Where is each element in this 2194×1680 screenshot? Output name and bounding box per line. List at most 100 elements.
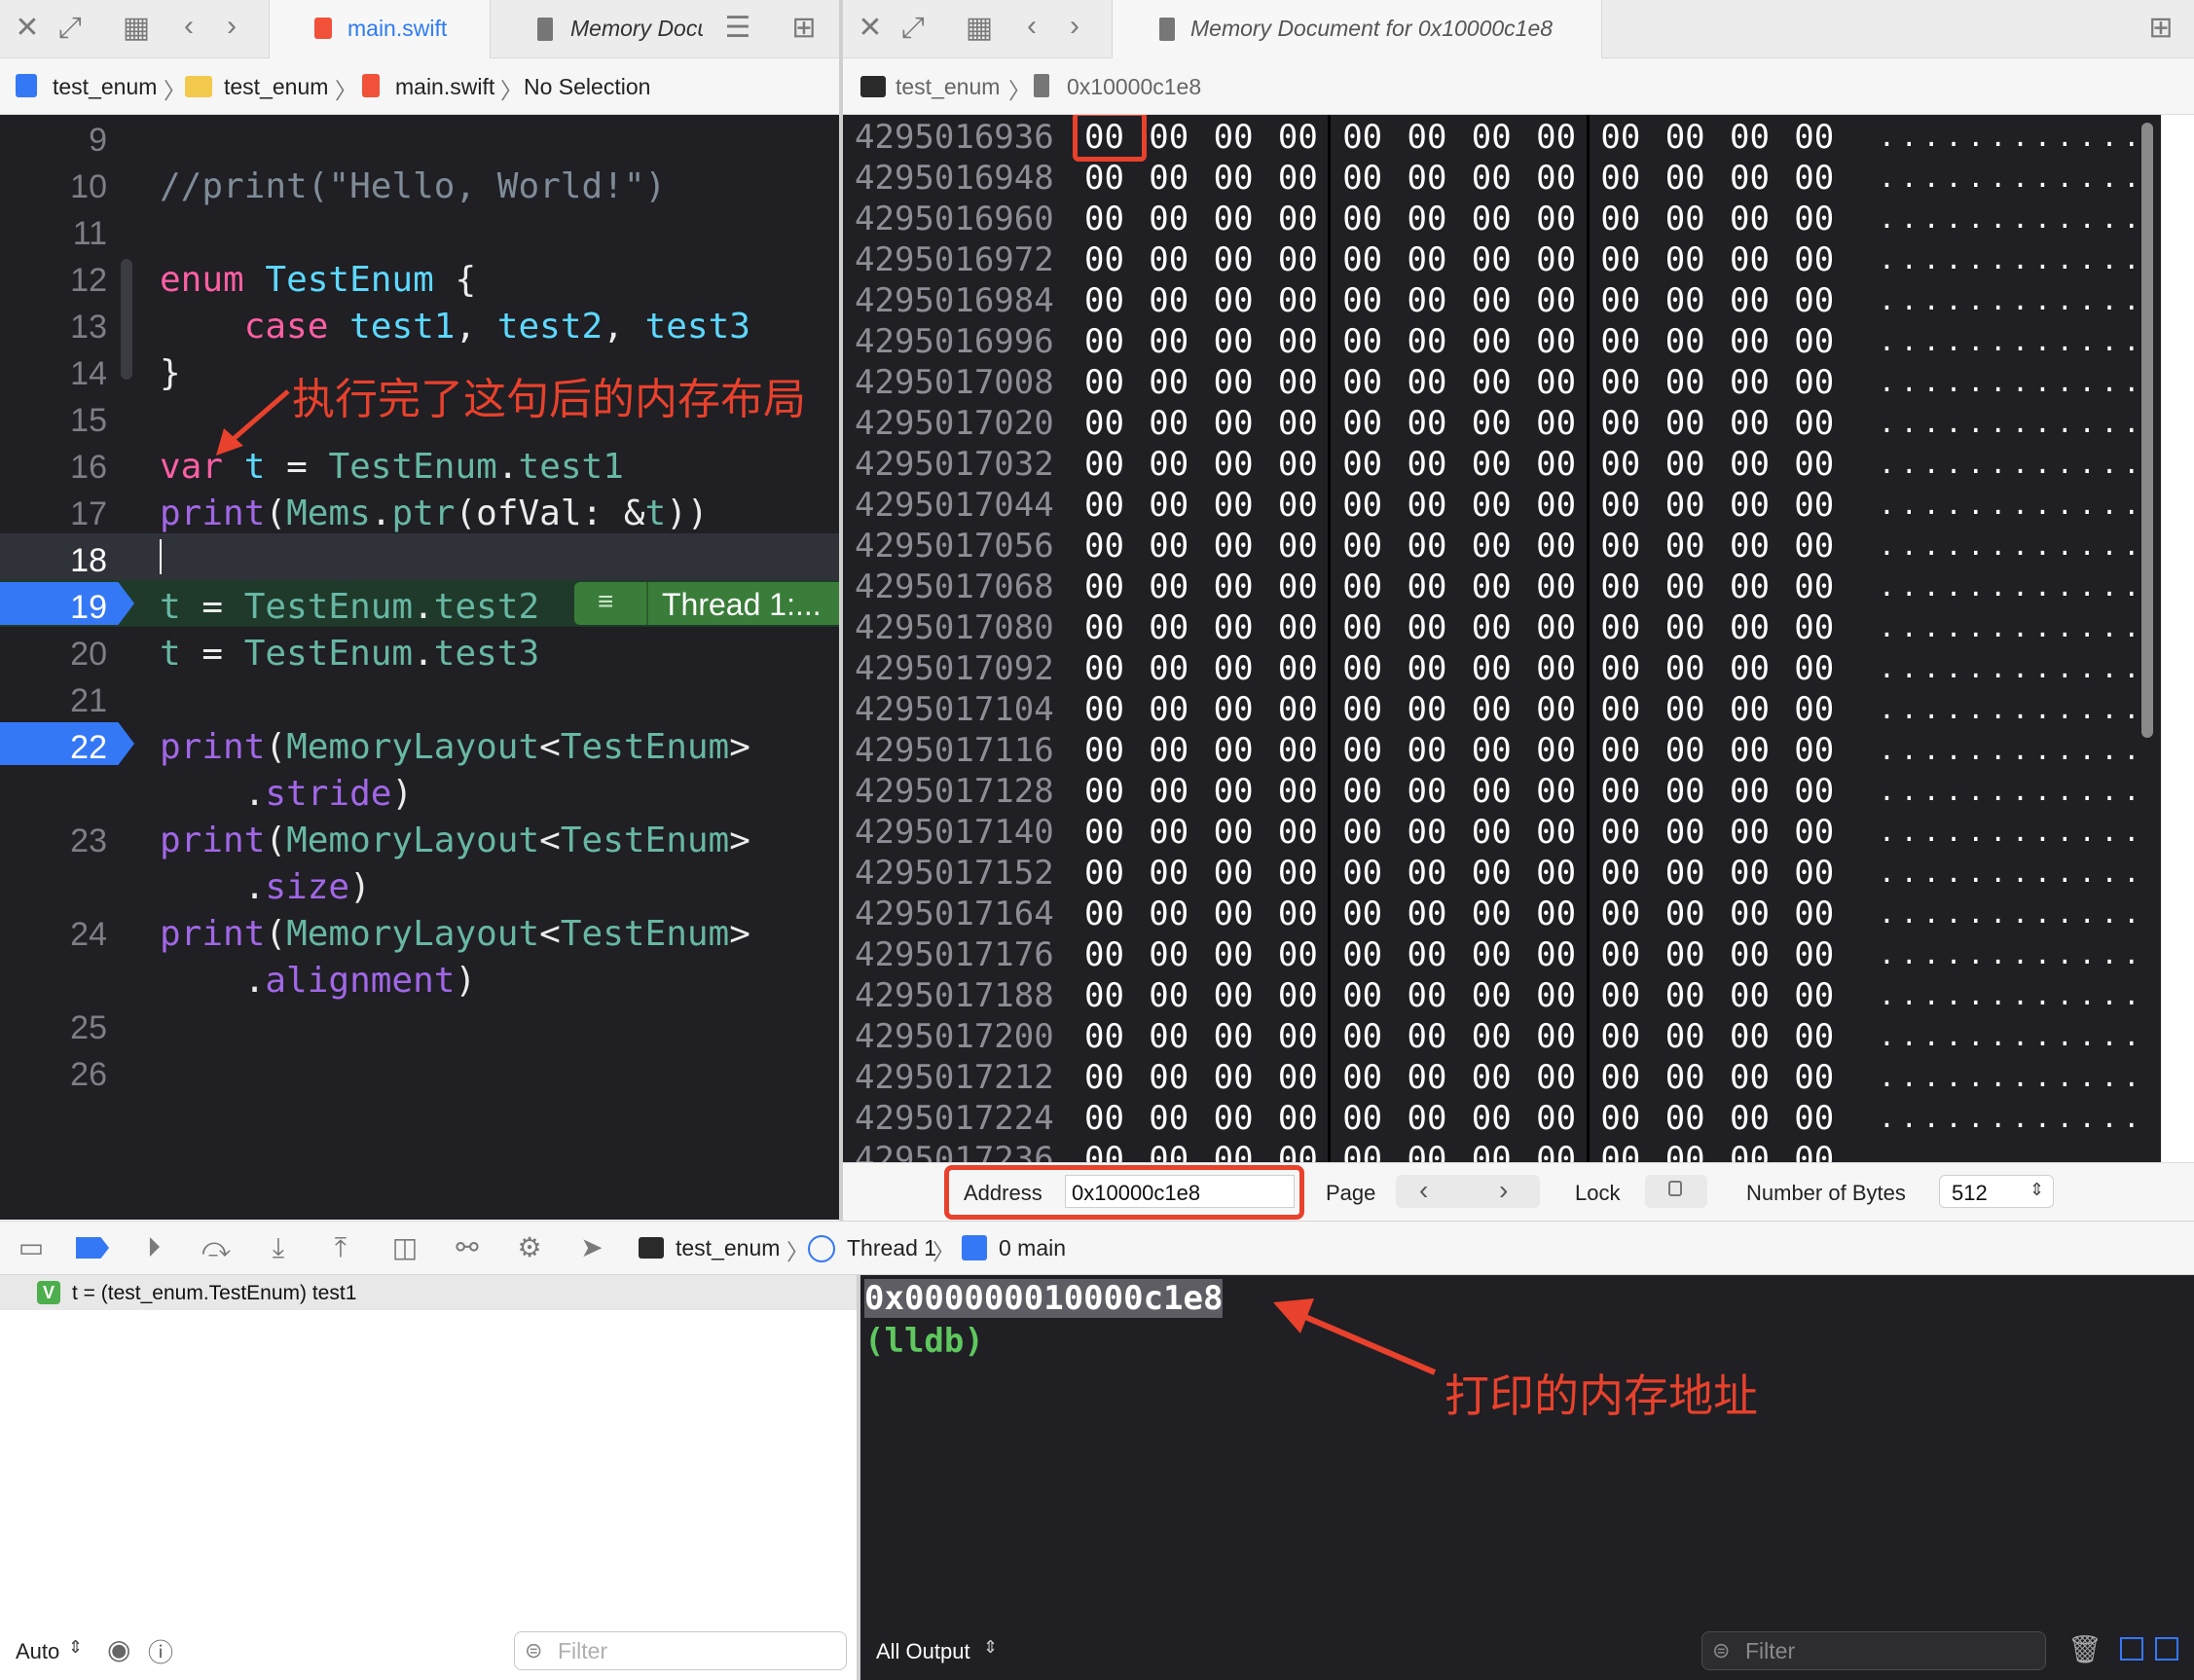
memory-byte[interactable]: 00: [1600, 1098, 1640, 1139]
line-number[interactable]: 21: [0, 677, 107, 724]
variables-view[interactable]: V t = (test_enum.TestEnum) test1 Auto ⇕ …: [0, 1275, 857, 1680]
memory-byte[interactable]: 00: [1342, 280, 1382, 321]
memory-byte[interactable]: 00: [1084, 812, 1124, 853]
memory-byte[interactable]: 00: [1149, 485, 1188, 526]
close-icon[interactable]: ✕: [851, 14, 890, 43]
inspector-icon[interactable]: ☰: [718, 14, 757, 43]
memory-byte[interactable]: 00: [1408, 975, 1447, 1016]
memory-byte[interactable]: 00: [1408, 566, 1447, 607]
memory-byte[interactable]: 00: [1730, 607, 1770, 648]
line-number[interactable]: 11: [0, 210, 107, 257]
memory-byte[interactable]: 00: [1794, 812, 1834, 853]
memory-byte[interactable]: 00: [1149, 158, 1188, 199]
memory-byte[interactable]: 00: [1794, 1139, 1834, 1162]
memory-byte[interactable]: 00: [1408, 607, 1447, 648]
memory-byte[interactable]: 00: [1084, 1139, 1124, 1162]
memory-byte[interactable]: 00: [1600, 812, 1640, 853]
memory-byte[interactable]: 00: [1600, 485, 1640, 526]
memory-byte[interactable]: 00: [1214, 1057, 1254, 1098]
memory-byte[interactable]: 00: [1730, 117, 1770, 158]
memory-byte[interactable]: 00: [1730, 812, 1770, 853]
memory-byte[interactable]: 00: [1278, 526, 1318, 566]
memory-byte[interactable]: 00: [1665, 894, 1705, 934]
memory-byte[interactable]: 00: [1794, 730, 1834, 771]
memory-byte[interactable]: 00: [1149, 853, 1188, 894]
memory-byte[interactable]: 00: [1214, 117, 1254, 158]
memory-byte[interactable]: 00: [1084, 1016, 1124, 1057]
memory-byte[interactable]: 00: [1342, 771, 1382, 812]
memory-byte[interactable]: 00: [1084, 648, 1124, 689]
memory-byte[interactable]: 00: [1730, 566, 1770, 607]
grid-icon[interactable]: ▦: [117, 14, 156, 43]
memory-byte[interactable]: 00: [1084, 853, 1124, 894]
memory-byte[interactable]: 00: [1214, 362, 1254, 403]
memory-byte[interactable]: 00: [1278, 566, 1318, 607]
memory-byte[interactable]: 00: [1730, 444, 1770, 485]
memory-byte[interactable]: 00: [1600, 894, 1640, 934]
memory-byte[interactable]: 00: [1408, 117, 1447, 158]
memory-byte[interactable]: 00: [1149, 566, 1188, 607]
memory-byte[interactable]: 00: [1084, 526, 1124, 566]
memory-byte[interactable]: 00: [1665, 158, 1705, 199]
memory-byte[interactable]: 00: [1600, 1057, 1640, 1098]
step-out-icon[interactable]: ⤒: [321, 1233, 360, 1262]
memory-byte[interactable]: 00: [1665, 730, 1705, 771]
memory-byte[interactable]: 00: [1730, 648, 1770, 689]
memory-byte[interactable]: 00: [1278, 239, 1318, 280]
memory-byte[interactable]: 00: [1472, 485, 1512, 526]
memory-byte[interactable]: 00: [1149, 934, 1188, 975]
memory-byte[interactable]: 00: [1600, 975, 1640, 1016]
memory-byte[interactable]: 00: [1084, 689, 1124, 730]
memory-byte[interactable]: 00: [1536, 730, 1576, 771]
memory-byte[interactable]: 00: [1408, 1098, 1447, 1139]
memory-byte[interactable]: 00: [1472, 362, 1512, 403]
memory-byte[interactable]: 00: [1794, 853, 1834, 894]
memory-byte[interactable]: 00: [1342, 199, 1382, 239]
memory-byte[interactable]: 00: [1084, 199, 1124, 239]
memory-byte[interactable]: 00: [1472, 853, 1512, 894]
memory-byte[interactable]: 00: [1536, 771, 1576, 812]
split-right-icon[interactable]: [2155, 1637, 2178, 1661]
memory-byte[interactable]: 00: [1730, 975, 1770, 1016]
memory-byte[interactable]: 00: [1342, 117, 1382, 158]
auto-selector[interactable]: Auto: [16, 1639, 59, 1664]
memory-byte[interactable]: 00: [1342, 321, 1382, 362]
memory-byte[interactable]: 00: [1600, 566, 1640, 607]
memory-byte[interactable]: 00: [1472, 812, 1512, 853]
memory-byte[interactable]: 00: [1342, 689, 1382, 730]
memory-byte[interactable]: 00: [1214, 403, 1254, 444]
memory-byte[interactable]: 00: [1214, 853, 1254, 894]
memory-byte[interactable]: 00: [1278, 975, 1318, 1016]
memory-byte[interactable]: 00: [1278, 730, 1318, 771]
debug-thread[interactable]: Thread 1: [847, 1235, 936, 1261]
all-output-selector[interactable]: All Output: [876, 1639, 970, 1664]
memory-byte[interactable]: 00: [1665, 526, 1705, 566]
memory-byte[interactable]: 00: [1665, 485, 1705, 526]
memory-byte[interactable]: 00: [1342, 239, 1382, 280]
memory-byte[interactable]: 00: [1278, 812, 1318, 853]
memory-byte[interactable]: 00: [1730, 321, 1770, 362]
memory-byte[interactable]: 00: [1794, 648, 1834, 689]
memory-byte[interactable]: 00: [1472, 771, 1512, 812]
line-number[interactable]: 20: [0, 631, 107, 677]
memory-byte[interactable]: 00: [1214, 321, 1254, 362]
memory-byte[interactable]: 00: [1214, 199, 1254, 239]
memory-byte[interactable]: 00: [1149, 239, 1188, 280]
back-arrow-icon[interactable]: ‹: [169, 12, 208, 41]
memory-byte[interactable]: 00: [1794, 199, 1834, 239]
memory-byte[interactable]: 00: [1472, 444, 1512, 485]
line-number[interactable]: 9: [0, 117, 107, 164]
step-into-icon[interactable]: ⤓: [259, 1233, 298, 1262]
memory-byte[interactable]: 00: [1408, 934, 1447, 975]
memory-byte[interactable]: 00: [1600, 853, 1640, 894]
memory-byte[interactable]: 00: [1794, 526, 1834, 566]
memory-byte[interactable]: 00: [1536, 1016, 1576, 1057]
memory-byte[interactable]: 00: [1278, 894, 1318, 934]
memory-byte[interactable]: 00: [1342, 607, 1382, 648]
memory-byte[interactable]: 00: [1408, 648, 1447, 689]
forward-arrow-icon[interactable]: ›: [212, 12, 251, 41]
page-stepper[interactable]: ‹ ›: [1396, 1175, 1540, 1208]
memory-byte[interactable]: 00: [1600, 1139, 1640, 1162]
memory-byte[interactable]: 00: [1665, 321, 1705, 362]
memory-byte[interactable]: 00: [1214, 689, 1254, 730]
